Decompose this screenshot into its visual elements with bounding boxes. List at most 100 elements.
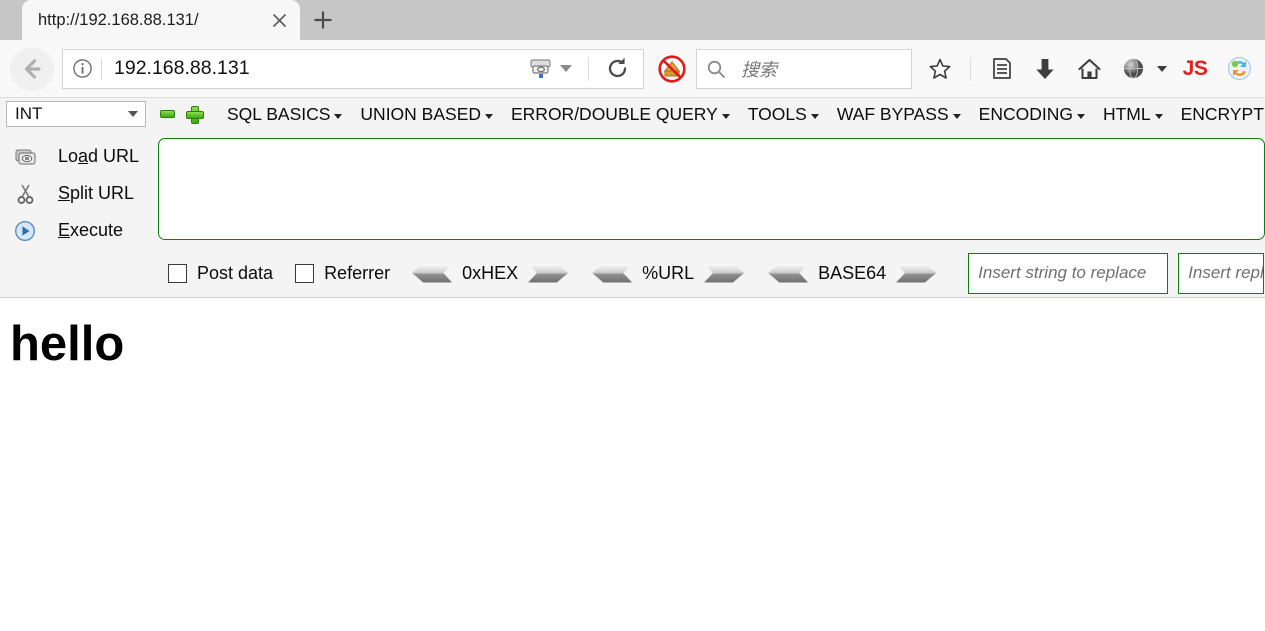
tab-title: http://192.168.88.131/ — [38, 11, 199, 29]
download-arrow-glyph — [1036, 58, 1054, 79]
toolbar-divider — [588, 56, 589, 81]
split-url-label: Split URL — [58, 183, 134, 204]
url-decode-button[interactable] — [592, 263, 633, 283]
chevron-down-icon — [1076, 113, 1085, 119]
menu-error-double-query[interactable]: ERROR/DOUBLE QUERY — [502, 104, 739, 125]
url-encode-button[interactable] — [704, 263, 745, 283]
url-label: %URL — [642, 262, 695, 283]
referrer-label: Referrer — [324, 262, 391, 283]
label-pre: Lo — [58, 146, 79, 166]
remove-tab-button[interactable] — [160, 110, 175, 118]
menu-encoding[interactable]: ENCODING — [970, 104, 1094, 125]
encoder-hex: 0xHEX — [412, 263, 569, 284]
menu-label: ENCODING — [978, 103, 1073, 124]
split-url-icon — [12, 183, 38, 204]
script-blocked-icon[interactable] — [650, 47, 694, 91]
menu-label: SQL BASICS — [227, 103, 331, 124]
hackbar-menu-row: INT SQL BASICS UNION BASED ERROR/DOUBLE … — [0, 98, 1265, 130]
page-heading: hello — [10, 317, 125, 371]
replace-to-placeholder: Insert replacement string — [1188, 263, 1264, 282]
replace-from-input[interactable]: Insert string to replace — [968, 252, 1169, 294]
url-bar[interactable]: 192.168.88.131 — [62, 48, 644, 89]
accesskey: S — [58, 183, 71, 203]
library-glyph — [992, 58, 1011, 79]
chevron-down-icon — [721, 113, 730, 119]
home-icon[interactable] — [1067, 47, 1111, 91]
menu-label: ERROR/DOUBLE QUERY — [511, 103, 718, 124]
back-arrow-icon — [24, 58, 41, 79]
info-glyph — [72, 59, 92, 78]
downloads-icon[interactable] — [1023, 47, 1067, 91]
menu-label: ENCRYPTION — [1180, 103, 1265, 124]
close-glyph — [272, 13, 286, 27]
chevron-down-icon — [1154, 113, 1163, 119]
hex-decode-button[interactable] — [412, 263, 453, 283]
search-bar[interactable]: 搜索 — [696, 48, 912, 89]
page-content: hello — [0, 298, 1265, 631]
hackbar-icon[interactable] — [1217, 47, 1261, 91]
replace-to-input[interactable]: Insert replacement string — [1178, 252, 1265, 294]
chevron-down-icon — [485, 113, 493, 119]
hackbar-options-row: Post data Referrer 0xHEX %URL BASE64 Ins… — [0, 249, 1265, 297]
new-tab-button[interactable] — [300, 0, 346, 40]
referrer-checkbox[interactable] — [295, 263, 315, 283]
chevron-down-icon — [334, 113, 343, 119]
payload-type-select[interactable]: INT — [6, 101, 146, 127]
label-post: d URL — [88, 146, 140, 166]
chevron-down-icon — [952, 113, 961, 119]
noscript-chevron-down-icon[interactable] — [1157, 65, 1167, 72]
proxy-server-icon[interactable] — [525, 51, 556, 87]
label-post: plit URL — [70, 183, 135, 203]
url-input[interactable]: 192.168.88.131 — [102, 57, 525, 80]
scissors-glyph — [17, 184, 33, 204]
star-glyph — [929, 58, 951, 79]
hackbar-menubar: SQL BASICS UNION BASED ERROR/DOUBLE QUER… — [218, 104, 1265, 125]
close-icon[interactable] — [264, 5, 294, 35]
javascript-toggle-icon[interactable]: JS — [1173, 47, 1217, 91]
base64-decode-button[interactable] — [768, 263, 809, 283]
split-url-button[interactable]: Split URL — [0, 175, 158, 212]
hackbar-action-list: Load URL Split URL Execute — [0, 134, 158, 249]
bookmark-star-icon[interactable] — [918, 47, 962, 91]
menu-union-based[interactable]: UNION BASED — [351, 104, 502, 125]
request-textarea[interactable] — [158, 138, 1265, 240]
base64-label: BASE64 — [818, 262, 887, 283]
menu-label: UNION BASED — [360, 103, 481, 124]
load-url-icon — [12, 147, 38, 166]
url-bar-actions — [525, 49, 643, 89]
noscript-globe-icon[interactable] — [1111, 47, 1155, 91]
info-circle-icon[interactable] — [63, 50, 101, 88]
reload-button[interactable] — [597, 49, 637, 89]
chevron-down-icon — [810, 113, 819, 119]
navigation-toolbar: 192.168.88.131 搜索 JS — [0, 40, 1265, 98]
browser-tab-active[interactable]: http://192.168.88.131/ — [22, 0, 300, 40]
js-badge-label: JS — [1182, 56, 1208, 80]
load-url-button[interactable]: Load URL — [0, 138, 158, 175]
hackbar-main-row: Load URL Split URL Execute — [0, 130, 1265, 249]
play-circle-glyph — [14, 220, 36, 241]
hex-encode-button[interactable] — [528, 263, 569, 283]
accesskey: E — [58, 220, 71, 240]
plus-icon — [314, 11, 332, 29]
proxy-chevron-down-icon[interactable] — [560, 65, 572, 72]
menu-sql-basics[interactable]: SQL BASICS — [218, 104, 351, 125]
add-tab-button[interactable] — [186, 106, 204, 124]
encoder-url: %URL — [592, 262, 745, 284]
proxy-glyph — [530, 59, 551, 78]
label-post: xecute — [70, 220, 124, 240]
execute-label: Execute — [58, 220, 123, 241]
post-data-checkbox[interactable] — [168, 263, 187, 283]
menu-html[interactable]: HTML — [1094, 104, 1172, 125]
back-button[interactable] — [10, 46, 54, 91]
menu-tools[interactable]: TOOLS — [739, 104, 828, 125]
search-input[interactable]: 搜索 — [735, 56, 777, 82]
tab-strip: http://192.168.88.131/ — [0, 0, 1265, 40]
payload-type-value: INT — [15, 104, 43, 123]
base64-encode-button[interactable] — [896, 263, 937, 283]
post-data-label: Post data — [197, 262, 274, 283]
execute-button[interactable]: Execute — [0, 212, 158, 249]
menu-waf-bypass[interactable]: WAF BYPASS — [828, 104, 970, 125]
menu-encryption[interactable]: ENCRYPTION — [1172, 104, 1265, 125]
search-icon — [697, 50, 735, 88]
library-icon[interactable] — [979, 47, 1023, 91]
